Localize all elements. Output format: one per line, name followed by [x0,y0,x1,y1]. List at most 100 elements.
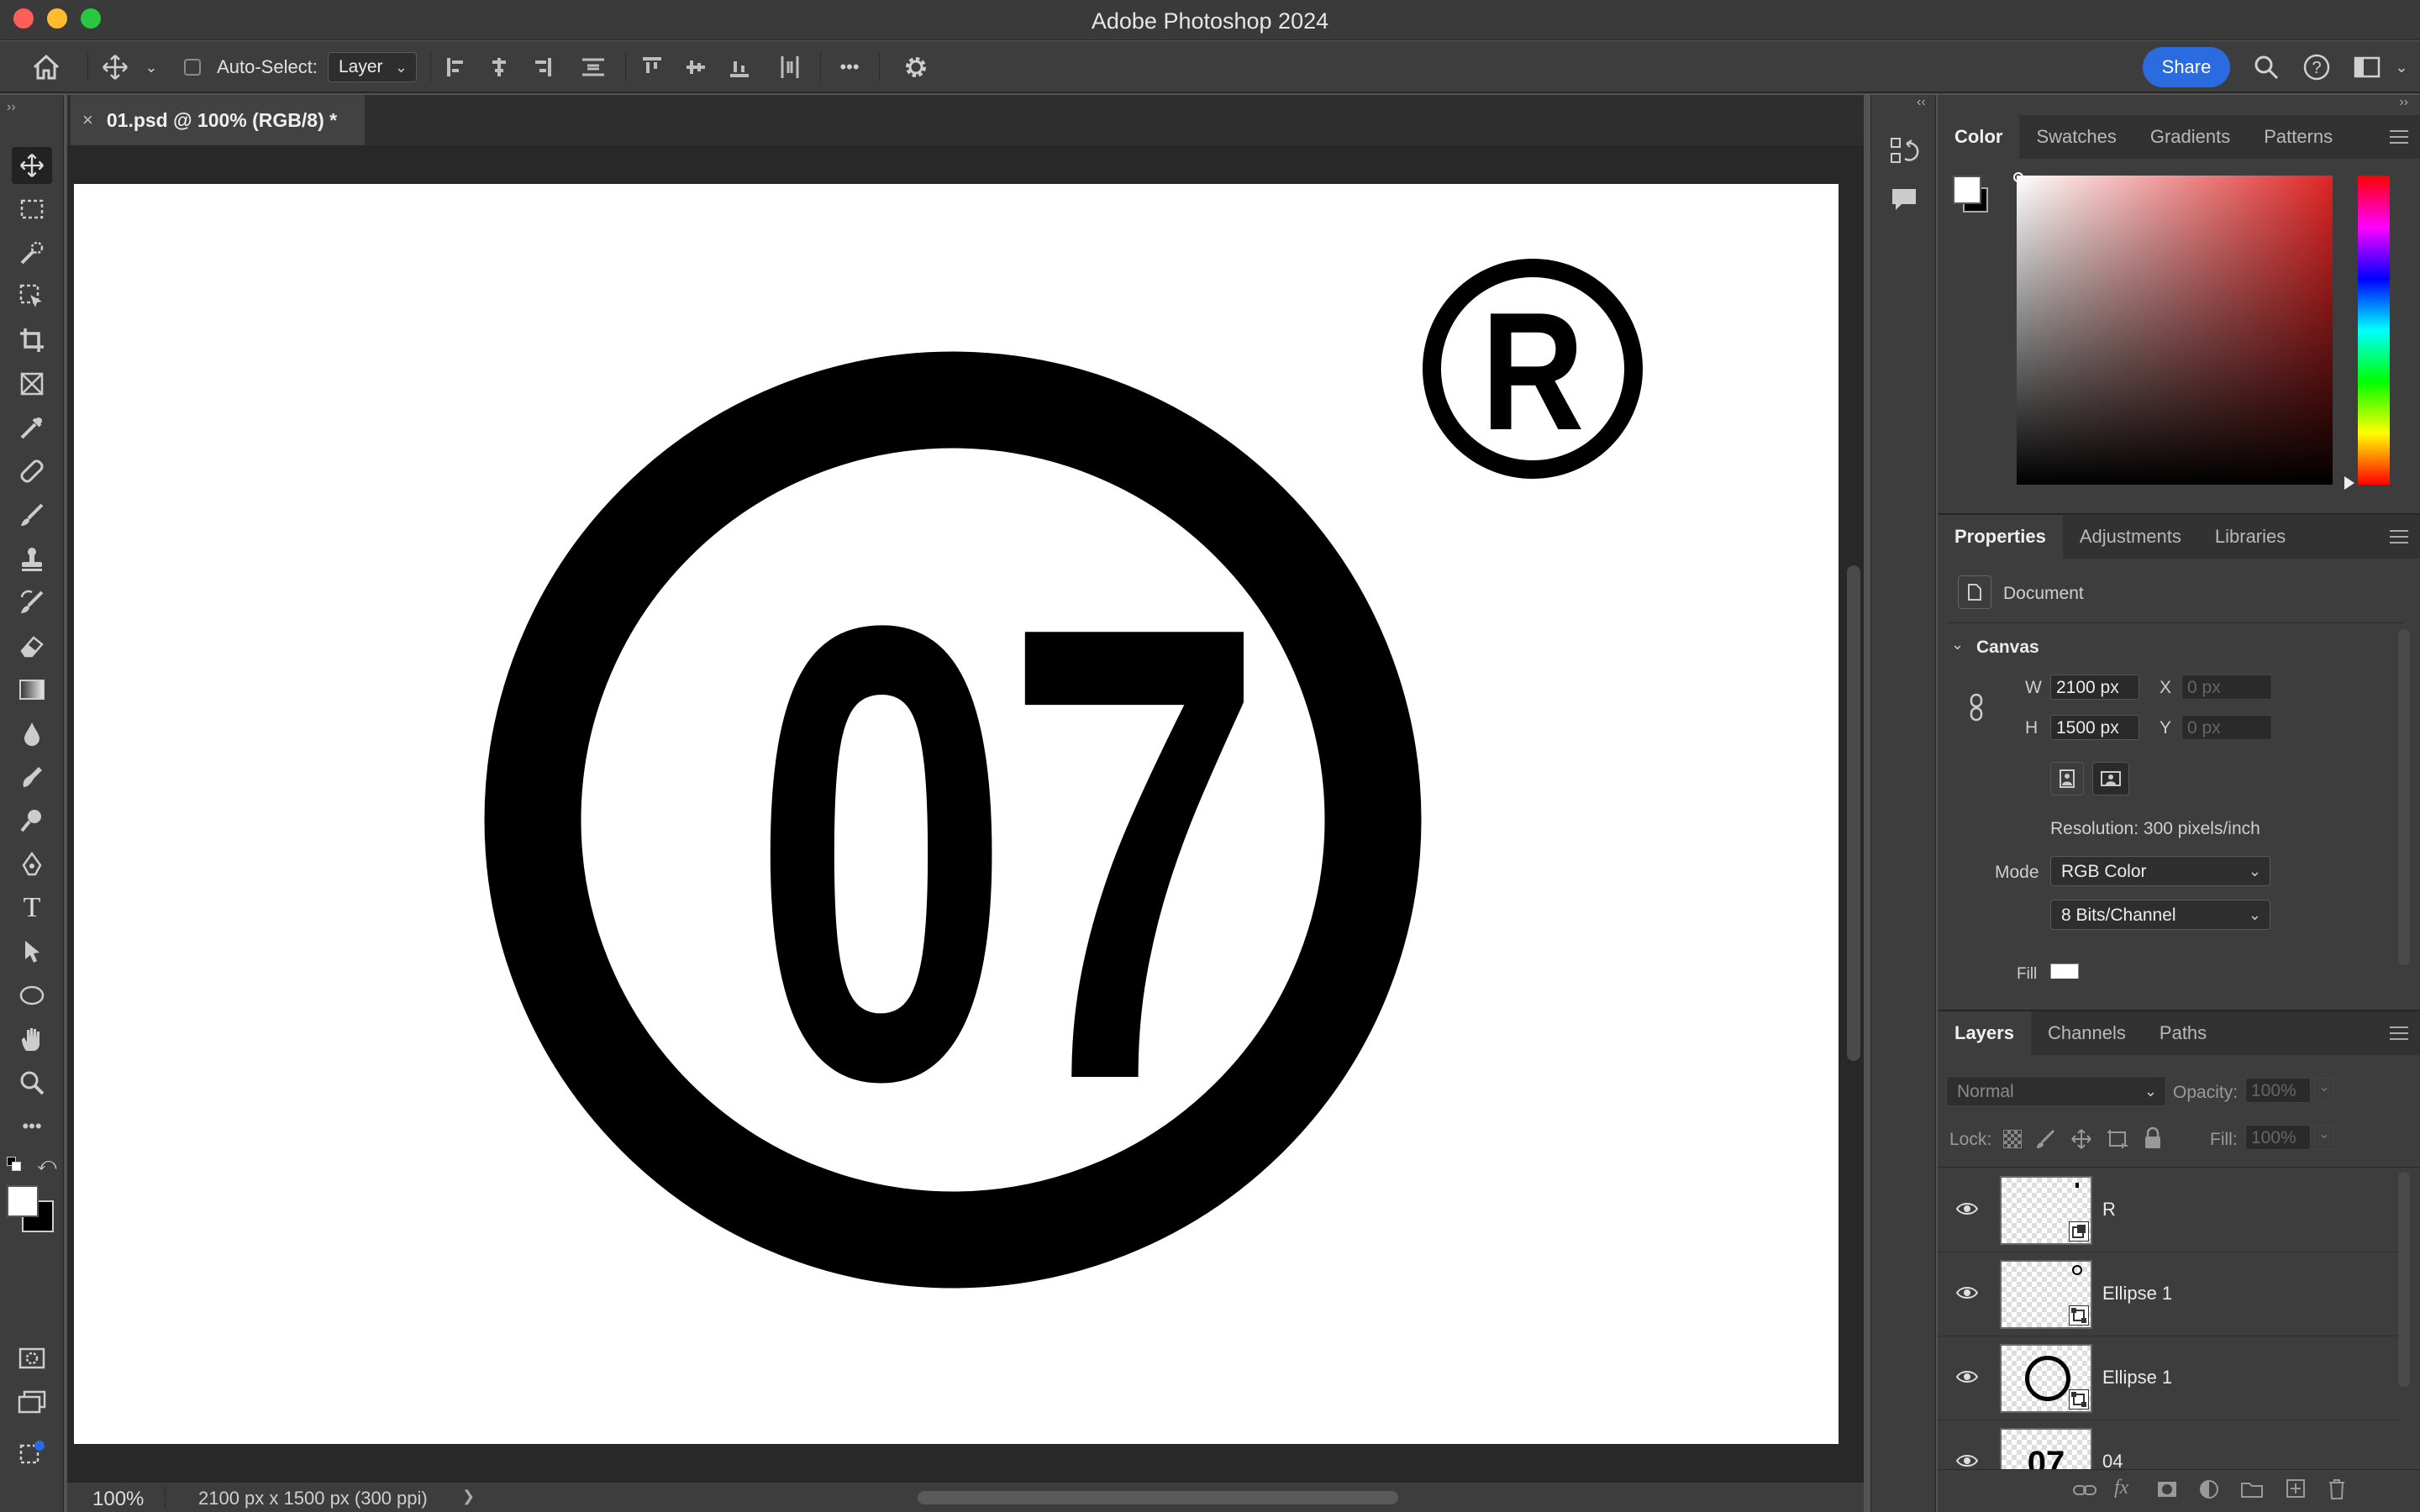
collapse-panels-icon[interactable]: ›› [2399,95,2408,110]
horizontal-scrollbar[interactable] [918,1491,1398,1504]
tab-patterns[interactable]: Patterns [2247,115,2349,159]
tab-properties[interactable]: Properties [1938,515,2063,559]
blend-mode-dropdown[interactable]: Normal ⌄ [1946,1076,2166,1106]
delete-layer-icon[interactable] [2328,1478,2346,1504]
hue-slider[interactable] [2358,176,2390,485]
tab-adjustments[interactable]: Adjustments [2063,515,2198,559]
history-panel-icon[interactable] [1890,137,1920,170]
align-bottom-icon[interactable] [723,41,756,93]
more-options-button[interactable]: ••• [829,41,871,93]
align-left-icon[interactable] [440,41,474,93]
hue-slider-handle[interactable] [2344,476,2354,490]
bit-depth-dropdown[interactable]: 8 Bits/Channel ⌄ [2050,900,2270,930]
layer-row-r[interactable]: R [1938,1168,2398,1252]
home-icon[interactable] [25,41,67,93]
workspace-icon[interactable] [2348,41,2386,93]
layer-row-ellipse[interactable]: Ellipse 1 [1938,1336,2398,1420]
foreground-color-swatch[interactable] [7,1185,39,1217]
auto-select-target-dropdown[interactable]: Layer ⌄ [328,52,417,82]
document-tab[interactable]: × 01.psd @ 100% (RGB/8) * [71,95,365,145]
comments-panel-icon[interactable] [1890,186,1918,217]
ellipse-tool-icon[interactable] [12,977,52,1014]
tab-swatches[interactable]: Swatches [2019,115,2133,159]
select-subject-tool-icon[interactable] [12,278,52,315]
layers-scrollbar[interactable] [2398,1172,2410,1387]
tab-paths[interactable]: Paths [2143,1011,2223,1055]
zoom-tool-icon[interactable] [12,1064,52,1101]
gradient-tool-icon[interactable] [12,671,52,708]
path-selection-tool-icon[interactable] [12,933,52,970]
chevron-down-icon[interactable]: ⌄ [1951,636,1964,654]
add-mask-icon[interactable] [2156,1480,2178,1503]
screen-mode-icon[interactable] [12,1383,52,1420]
move-tool-icon[interactable] [12,147,52,184]
frame-tool-icon[interactable] [12,365,52,402]
expand-panels-icon[interactable]: ‹‹ [1917,95,1926,110]
align-right-icon[interactable] [524,41,558,93]
chevron-down-icon[interactable]: ⌄ [139,41,163,93]
swap-colors-icon[interactable]: ⤺ [37,1153,57,1175]
visibility-eye-icon[interactable] [1956,1202,1978,1215]
pen-tool-icon[interactable] [12,846,52,883]
new-layer-icon[interactable] [2286,1478,2306,1503]
adjustment-layer-icon[interactable] [2198,1478,2220,1504]
color-fg-swatch[interactable] [1953,176,1981,204]
distribute-horizontal-icon[interactable] [771,41,808,93]
panel-menu-icon[interactable] [2390,130,2408,144]
status-menu-arrow[interactable]: ❯ [462,1488,475,1505]
tab-gradients[interactable]: Gradients [2133,115,2247,159]
fill-swatch[interactable] [2050,963,2079,979]
y-field[interactable]: 0 px [2181,715,2272,740]
zoom-level[interactable]: 100% [92,1488,144,1511]
fx-icon[interactable]: fx [2114,1477,2128,1499]
hand-tool-icon[interactable] [12,1021,52,1058]
properties-scrollbar[interactable] [2398,629,2410,965]
color-field[interactable] [2017,176,2333,485]
chevron-down-icon[interactable]: ⌄ [2314,1125,2334,1150]
lock-position-icon[interactable] [2070,1128,2092,1154]
align-horizontal-center-icon[interactable] [482,41,516,93]
mode-dropdown[interactable]: RGB Color ⌄ [2050,856,2270,886]
quick-mask-icon[interactable] [12,1340,52,1377]
help-icon[interactable]: ? [2297,41,2336,93]
gear-icon[interactable] [896,41,936,93]
tab-layers[interactable]: Layers [1938,1011,2031,1055]
link-layers-icon[interactable] [2072,1480,2097,1504]
marquee-tool-icon[interactable] [12,191,52,228]
canvas-area[interactable]: R 07 [67,145,1864,1483]
close-tab-icon[interactable]: × [82,109,93,131]
layer-row-04[interactable]: 07 04 [1938,1420,2398,1469]
eraser-tool-icon[interactable] [12,627,52,664]
document-canvas[interactable]: R 07 [74,184,1839,1444]
landscape-orientation-button[interactable] [2092,762,2129,795]
blur-tool-icon[interactable] [12,715,52,752]
portrait-orientation-button[interactable] [2050,762,2084,795]
tab-libraries[interactable]: Libraries [2198,515,2302,559]
crop-tool-icon[interactable] [12,322,52,359]
visibility-eye-icon[interactable] [1956,1370,1978,1383]
object-selection-tool-icon[interactable] [12,234,52,271]
lock-artboard-icon[interactable] [2106,1128,2129,1154]
height-field[interactable]: 1500 px [2050,715,2139,740]
lock-transparency-icon[interactable] [2003,1130,2022,1148]
clone-stamp-tool-icon[interactable] [12,540,52,577]
align-top-icon[interactable] [635,41,669,93]
color-picker-handle[interactable] [2013,172,2023,182]
chevron-down-icon[interactable]: ⌄ [2391,41,2412,93]
eyedropper-tool-icon[interactable] [12,409,52,446]
default-colors-icon[interactable] [7,1157,22,1172]
brush-tool-icon[interactable] [12,496,52,533]
fill-opacity-field[interactable]: 100% [2245,1125,2311,1150]
vertical-scrollbar[interactable] [1847,565,1860,1061]
new-group-icon[interactable] [2240,1480,2264,1503]
lock-all-icon[interactable] [2143,1126,2163,1154]
visibility-eye-icon[interactable] [1956,1454,1978,1467]
generative-fill-icon[interactable] [12,1434,52,1471]
x-field[interactable]: 0 px [2181,675,2272,700]
history-brush-tool-icon[interactable] [12,584,52,621]
opacity-field[interactable]: 100% [2245,1078,2311,1103]
distribute-vertical-icon[interactable] [575,41,612,93]
link-dimensions-icon[interactable] [1968,693,1985,726]
collapse-tools-icon[interactable]: ›› [7,100,16,115]
layer-row-ellipse[interactable]: Ellipse 1 [1938,1252,2398,1336]
